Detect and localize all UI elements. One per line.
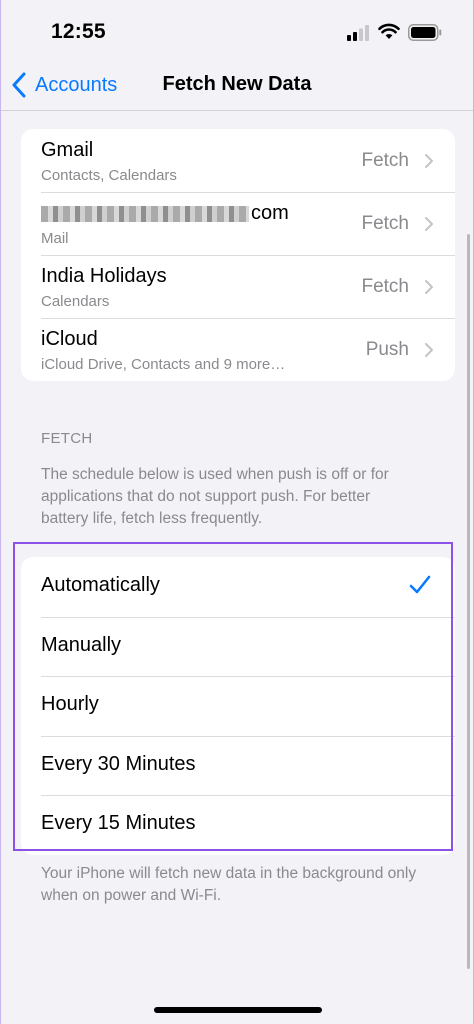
account-setting: Fetch (361, 213, 409, 234)
account-name: Gmail (41, 139, 94, 161)
account-row-gmail[interactable]: Gmail Contacts, Calendars Fetch (21, 129, 455, 192)
fetch-footer-note: Your iPhone will fetch new data in the b… (41, 865, 417, 904)
accounts-list: Gmail Contacts, Calendars Fetch com Mail… (21, 129, 455, 381)
account-setting: Fetch (361, 276, 409, 297)
home-indicator[interactable] (154, 1007, 322, 1013)
account-name: com (41, 202, 289, 225)
status-bar: 12:55 (1, 0, 473, 60)
account-setting: Push (365, 339, 409, 360)
fetch-section-header: FETCH (41, 430, 93, 447)
page-title: Fetch New Data (162, 73, 312, 95)
account-setting: Fetch (361, 150, 409, 171)
cellular-signal-icon (347, 25, 369, 41)
account-detail: iCloud Drive, Contacts and 9 more… (41, 356, 286, 373)
chevron-right-icon (425, 343, 433, 357)
highlight-box (13, 542, 453, 851)
status-time: 12:55 (51, 20, 106, 43)
account-name: iCloud (41, 328, 98, 350)
chevron-right-icon (425, 217, 433, 231)
account-name: India Holidays (41, 265, 167, 287)
account-detail: Contacts, Calendars (41, 167, 177, 184)
chevron-right-icon (425, 154, 433, 168)
account-detail: Calendars (41, 293, 110, 310)
wifi-icon (378, 23, 400, 39)
account-row-icloud[interactable]: iCloud iCloud Drive, Contacts and 9 more… (21, 318, 455, 381)
battery-icon (408, 24, 442, 41)
navigation-bar: Accounts Fetch New Data (1, 60, 473, 111)
account-row-india-holidays[interactable]: India Holidays Calendars Fetch (21, 255, 455, 318)
redacted-email (41, 205, 249, 222)
account-row-email[interactable]: com Mail Fetch (21, 192, 455, 255)
fetch-section-description: The schedule below is used when push is … (41, 466, 389, 527)
scrollbar[interactable] (467, 234, 470, 969)
account-detail: Mail (41, 230, 69, 247)
chevron-right-icon (425, 280, 433, 294)
